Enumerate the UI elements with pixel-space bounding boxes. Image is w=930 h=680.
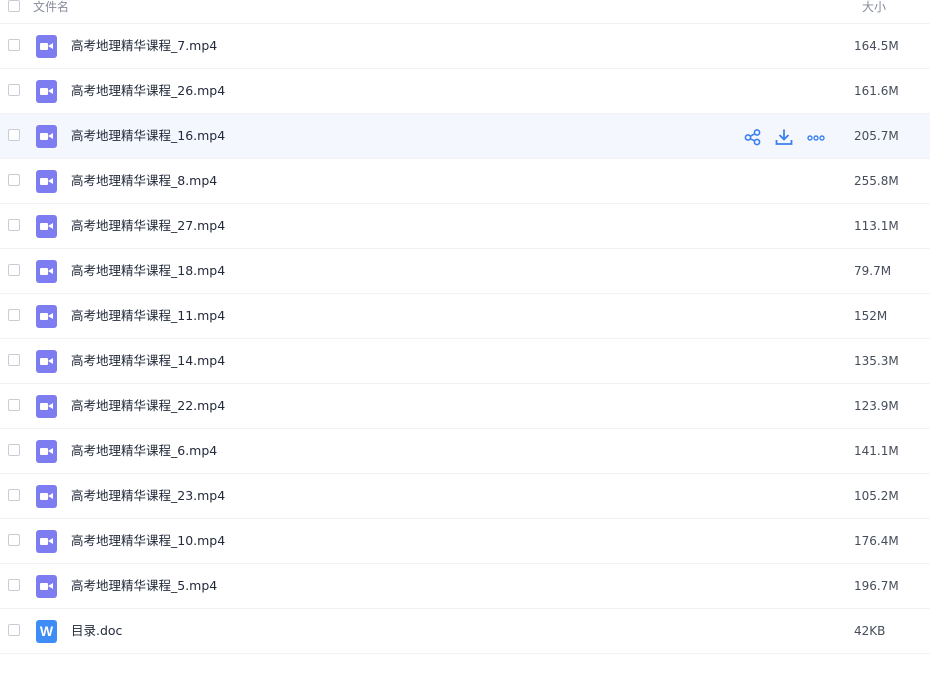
file-name[interactable]: 高考地理精华课程_10.mp4 [71,533,225,549]
video-file-icon [36,260,57,283]
video-file-icon [36,215,57,238]
video-file-icon [36,350,57,373]
row-checkbox[interactable] [8,309,20,321]
row-checkbox[interactable] [8,264,20,276]
row-checkbox[interactable] [8,534,20,546]
file-row[interactable]: 高考地理精华课程_22.mp4 123.9M [0,384,930,429]
video-file-icon [36,125,57,148]
file-row[interactable]: 高考地理精华课程_7.mp4 164.5M [0,24,930,69]
row-checkbox[interactable] [8,39,20,51]
file-name[interactable]: 高考地理精华课程_22.mp4 [71,398,225,414]
file-row[interactable]: 高考地理精华课程_18.mp4 79.7M [0,249,930,294]
file-name[interactable]: 高考地理精华课程_11.mp4 [71,308,225,324]
more-icon[interactable] [807,128,825,146]
file-name[interactable]: 高考地理精华课程_27.mp4 [71,218,225,234]
file-size: 255.8M [854,174,899,188]
row-checkbox[interactable] [8,624,20,636]
file-name[interactable]: 高考地理精华课程_26.mp4 [71,83,225,99]
column-header-name[interactable]: 文件名 [33,0,69,14]
file-size: 161.6M [854,84,899,98]
file-row[interactable]: 高考地理精华课程_23.mp4 105.2M [0,474,930,519]
file-size: 205.7M [854,129,899,143]
file-row[interactable]: 高考地理精华课程_26.mp4 161.6M [0,69,930,114]
file-size: 141.1M [854,444,899,458]
row-checkbox[interactable] [8,354,20,366]
share-icon[interactable] [744,128,762,146]
row-actions [744,128,830,146]
file-list-header: 文件名 大小 [0,0,930,24]
row-checkbox[interactable] [8,84,20,96]
video-file-icon [36,305,57,328]
file-row[interactable]: W 目录.doc 42KB [0,609,930,654]
column-header-size[interactable]: 大小 [862,0,886,14]
video-file-icon [36,575,57,598]
row-checkbox[interactable] [8,174,20,186]
file-size: 164.5M [854,39,899,53]
file-size: 42KB [854,624,886,638]
file-name[interactable]: 目录.doc [71,623,122,639]
file-name[interactable]: 高考地理精华课程_16.mp4 [71,128,225,144]
file-row[interactable]: 高考地理精华课程_8.mp4 255.8M [0,159,930,204]
video-file-icon [36,80,57,103]
file-row[interactable]: 高考地理精华课程_16.mp4 205.7M [0,114,930,159]
file-size: 123.9M [854,399,899,413]
file-size: 196.7M [854,579,899,593]
file-row[interactable]: 高考地理精华课程_14.mp4 135.3M [0,339,930,384]
file-row[interactable]: 高考地理精华课程_11.mp4 152M [0,294,930,339]
file-row[interactable]: 高考地理精华课程_5.mp4 196.7M [0,564,930,609]
file-row[interactable]: 高考地理精华课程_6.mp4 141.1M [0,429,930,474]
select-all-checkbox[interactable] [8,0,20,12]
row-checkbox[interactable] [8,219,20,231]
row-checkbox[interactable] [8,579,20,591]
file-size: 152M [854,309,888,323]
video-file-icon [36,170,57,193]
file-size: 105.2M [854,489,899,503]
file-size: 79.7M [854,264,892,278]
row-checkbox[interactable] [8,129,20,141]
file-name[interactable]: 高考地理精华课程_8.mp4 [71,173,217,189]
download-icon[interactable] [775,128,793,146]
file-name[interactable]: 高考地理精华课程_5.mp4 [71,578,217,594]
file-size: 113.1M [854,219,899,233]
file-size: 135.3M [854,354,899,368]
row-checkbox[interactable] [8,444,20,456]
file-name[interactable]: 高考地理精华课程_18.mp4 [71,263,225,279]
file-name[interactable]: 高考地理精华课程_7.mp4 [71,38,217,54]
video-file-icon [36,35,57,58]
video-file-icon [36,530,57,553]
file-name[interactable]: 高考地理精华课程_6.mp4 [71,443,217,459]
video-file-icon [36,395,57,418]
word-doc-icon: W [36,620,57,643]
file-row[interactable]: 高考地理精华课程_10.mp4 176.4M [0,519,930,564]
video-file-icon [36,440,57,463]
file-name[interactable]: 高考地理精华课程_23.mp4 [71,488,225,504]
file-size: 176.4M [854,534,899,548]
row-checkbox[interactable] [8,399,20,411]
file-row[interactable]: 高考地理精华课程_27.mp4 113.1M [0,204,930,249]
video-file-icon [36,485,57,508]
file-list: 文件名 大小 高考地理精华课程_7.mp4 164.5M 高考地理精华课程_26.m… [0,0,930,680]
file-name[interactable]: 高考地理精华课程_14.mp4 [71,353,225,369]
file-rows: 高考地理精华课程_7.mp4 164.5M 高考地理精华课程_26.mp4 161.6… [0,24,930,654]
word-doc-letter: W [39,623,54,639]
row-checkbox[interactable] [8,489,20,501]
